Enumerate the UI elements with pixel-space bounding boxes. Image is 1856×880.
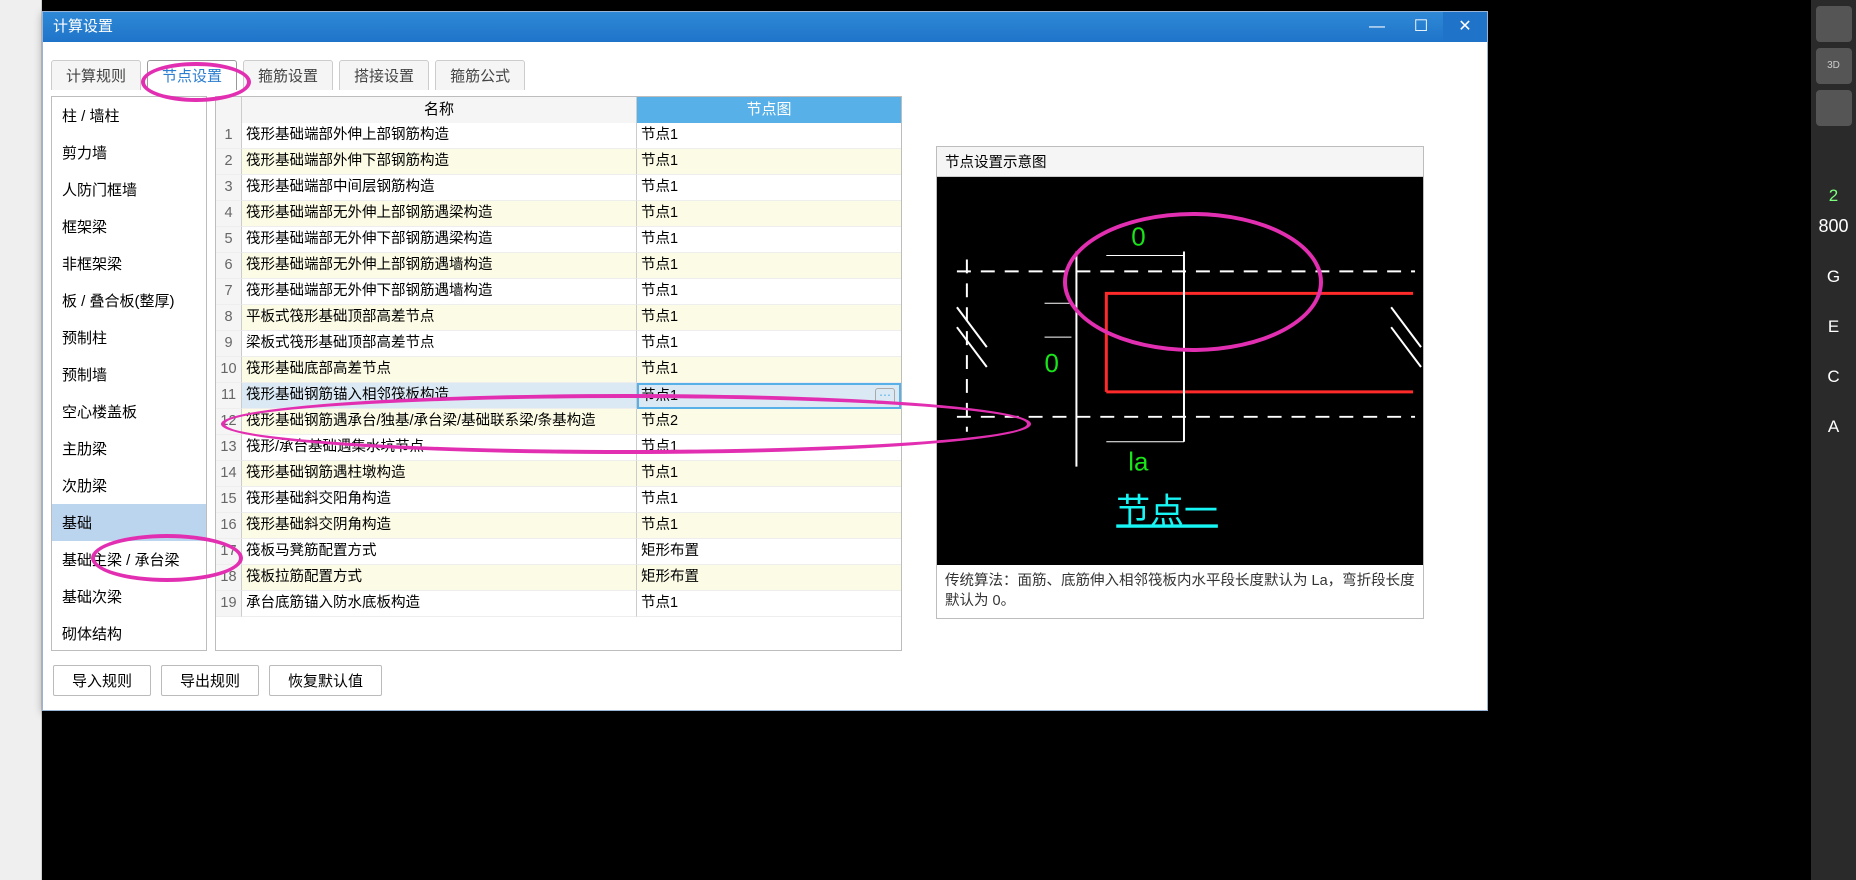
table-row[interactable]: 18筏板拉筋配置方式矩形布置 bbox=[216, 565, 901, 591]
table-row[interactable]: 5筏形基础端部无外伸下部钢筋遇梁构造节点1 bbox=[216, 227, 901, 253]
table-row[interactable]: 1筏形基础端部外伸上部钢筋构造节点1 bbox=[216, 123, 901, 149]
viewcube-3d-icon[interactable]: 3D bbox=[1816, 48, 1852, 84]
grid-label-C: C bbox=[1811, 367, 1856, 387]
calc-settings-dialog: 计算设置 — ☐ ✕ 计算规则节点设置箍筋设置搭接设置箍筋公式 柱 / 墙柱剪力… bbox=[42, 11, 1488, 711]
col-name-header: 名称 bbox=[242, 97, 637, 123]
tab-strip: 计算规则节点设置箍筋设置搭接设置箍筋公式 bbox=[51, 60, 1479, 90]
sidebar-item[interactable]: 砌体结构 bbox=[52, 615, 206, 651]
table-row[interactable]: 13筏形/承台基础遇集水坑节点节点1 bbox=[216, 435, 901, 461]
category-sidebar: 柱 / 墙柱剪力墙人防门框墙框架梁非框架梁板 / 叠合板(整厚)预制柱预制墙空心… bbox=[51, 96, 207, 651]
sidebar-item[interactable]: 板 / 叠合板(整厚) bbox=[52, 282, 206, 319]
table-row[interactable]: 14筏形基础钢筋遇柱墩构造节点1 bbox=[216, 461, 901, 487]
host-right-toolbar: 3D 2 800 G E C A bbox=[1810, 0, 1856, 880]
cell-more-button[interactable]: ⋯ bbox=[875, 388, 895, 404]
table-row[interactable]: 12筏形基础钢筋遇承台/独基/承台梁/基础联系梁/条基构造节点2 bbox=[216, 409, 901, 435]
preview-note: 传统算法：面筋、底筋伸入相邻筏板内水平段长度默认为 La，弯折段长度默认为 0。 bbox=[937, 565, 1423, 618]
table-row[interactable]: 11筏形基础钢筋锚入相邻筏板构造节点1⋯ bbox=[216, 383, 901, 409]
viewcube-2d-icon[interactable] bbox=[1816, 90, 1852, 126]
col-node-header: 节点图 bbox=[637, 97, 901, 123]
table-row[interactable]: 17筏板马凳筋配置方式矩形布置 bbox=[216, 539, 901, 565]
svg-text:节点一: 节点一 bbox=[1116, 492, 1218, 530]
table-row[interactable]: 2筏形基础端部外伸下部钢筋构造节点1 bbox=[216, 149, 901, 175]
sidebar-item[interactable]: 非框架梁 bbox=[52, 245, 206, 282]
table-row[interactable]: 7筏形基础端部无外伸下部钢筋遇墙构造节点1 bbox=[216, 279, 901, 305]
preview-panel: 节点设置示意图 bbox=[936, 96, 1479, 651]
grid-label-G: G bbox=[1811, 267, 1856, 287]
maximize-button[interactable]: ☐ bbox=[1399, 12, 1443, 42]
grid-label-A: A bbox=[1811, 417, 1856, 437]
tab-0[interactable]: 计算规则 bbox=[51, 60, 141, 90]
node-diagram: 0 0 la 节点一 bbox=[937, 177, 1423, 565]
table-row[interactable]: 10筏形基础底部高差节点节点1 bbox=[216, 357, 901, 383]
table-row[interactable]: 15筏形基础斜交阳角构造节点1 bbox=[216, 487, 901, 513]
sidebar-item[interactable]: 主肋梁 bbox=[52, 430, 206, 467]
sidebar-item[interactable]: 剪力墙 bbox=[52, 134, 206, 171]
tab-2[interactable]: 箍筋设置 bbox=[243, 60, 333, 90]
svg-text:la: la bbox=[1128, 449, 1149, 477]
svg-text:0: 0 bbox=[1045, 350, 1059, 378]
sidebar-item[interactable]: 预制墙 bbox=[52, 356, 206, 393]
reset-defaults-button[interactable]: 恢复默认值 bbox=[269, 665, 382, 696]
svg-text:0: 0 bbox=[1131, 224, 1145, 252]
tab-3[interactable]: 搭接设置 bbox=[339, 60, 429, 90]
viewcube-icon[interactable] bbox=[1816, 6, 1852, 42]
node-table: 名称 节点图 1筏形基础端部外伸上部钢筋构造节点12筏形基础端部外伸下部钢筋构造… bbox=[215, 96, 902, 651]
axis-label: 2 bbox=[1811, 186, 1856, 206]
table-row[interactable]: 19承台底筋锚入防水底板构造节点1 bbox=[216, 591, 901, 617]
sidebar-item[interactable]: 柱 / 墙柱 bbox=[52, 97, 206, 134]
table-row[interactable]: 6筏形基础端部无外伸上部钢筋遇墙构造节点1 bbox=[216, 253, 901, 279]
table-row[interactable]: 3筏形基础端部中间层钢筋构造节点1 bbox=[216, 175, 901, 201]
grid-label-E: E bbox=[1811, 317, 1856, 337]
sidebar-item[interactable]: 基础次梁 bbox=[52, 578, 206, 615]
preview-title: 节点设置示意图 bbox=[937, 147, 1423, 177]
tab-4[interactable]: 箍筋公式 bbox=[435, 60, 525, 90]
host-left-toolbar bbox=[0, 0, 42, 880]
table-row[interactable]: 8平板式筏形基础顶部高差节点节点1 bbox=[216, 305, 901, 331]
close-button[interactable]: ✕ bbox=[1443, 12, 1487, 42]
sidebar-item[interactable]: 基础 bbox=[52, 504, 206, 541]
dialog-titlebar: 计算设置 — ☐ ✕ bbox=[43, 12, 1487, 42]
sidebar-item[interactable]: 预制柱 bbox=[52, 319, 206, 356]
tab-1[interactable]: 节点设置 bbox=[147, 60, 237, 90]
import-rules-button[interactable]: 导入规则 bbox=[53, 665, 151, 696]
table-row[interactable]: 9梁板式筏形基础顶部高差节点节点1 bbox=[216, 331, 901, 357]
sidebar-item[interactable]: 基础主梁 / 承台梁 bbox=[52, 541, 206, 578]
sidebar-item[interactable]: 人防门框墙 bbox=[52, 171, 206, 208]
sidebar-item[interactable]: 次肋梁 bbox=[52, 467, 206, 504]
export-rules-button[interactable]: 导出规则 bbox=[161, 665, 259, 696]
table-row[interactable]: 16筏形基础斜交阴角构造节点1 bbox=[216, 513, 901, 539]
sidebar-item[interactable]: 框架梁 bbox=[52, 208, 206, 245]
minimize-button[interactable]: — bbox=[1355, 12, 1399, 42]
sidebar-item[interactable]: 空心楼盖板 bbox=[52, 393, 206, 430]
dialog-title: 计算设置 bbox=[53, 12, 113, 42]
table-row[interactable]: 4筏形基础端部无外伸上部钢筋遇梁构造节点1 bbox=[216, 201, 901, 227]
